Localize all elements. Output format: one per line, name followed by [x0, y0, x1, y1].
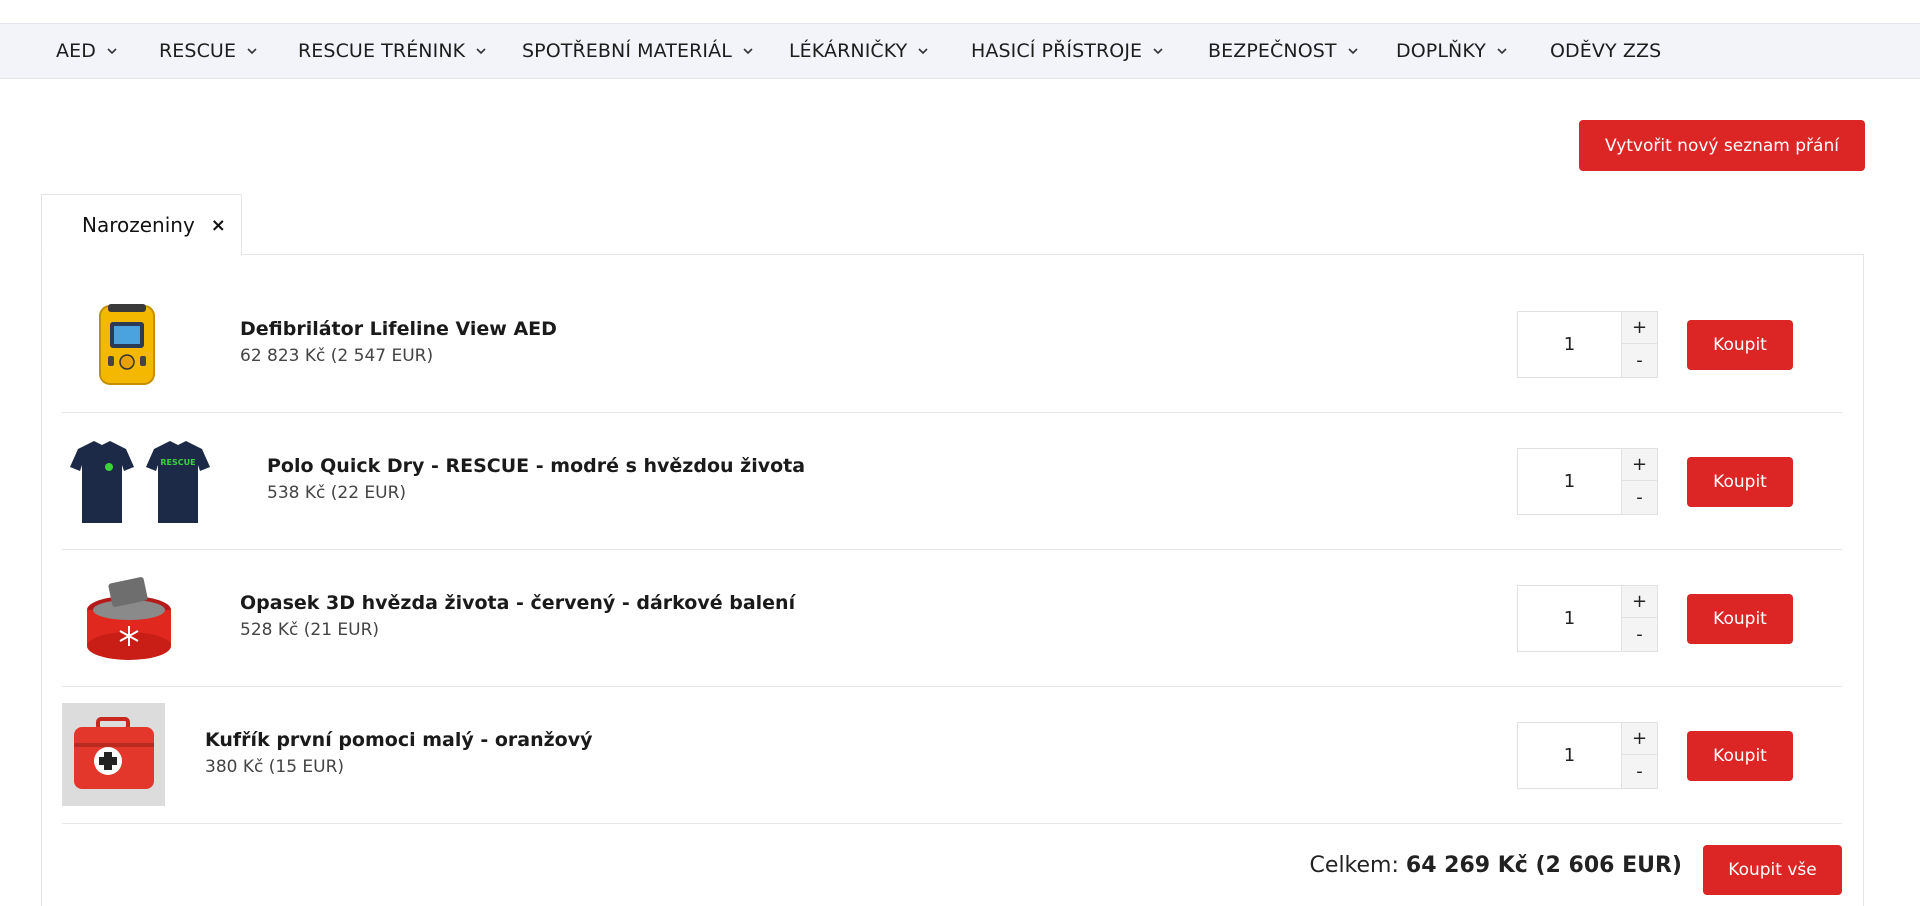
- wishlist-tab-label: Narozeniny: [82, 213, 195, 237]
- first-aid-case-icon[interactable]: [62, 703, 165, 806]
- nav-item-label: ODĚVY ZZS: [1550, 40, 1662, 62]
- chevron-down-icon: [742, 45, 754, 57]
- chevron-down-icon: [917, 45, 929, 57]
- quantity-input[interactable]: [1518, 312, 1622, 377]
- product-name[interactable]: Opasek 3D hvězda života - červený - dárk…: [240, 592, 795, 614]
- quantity-stepper: + -: [1517, 311, 1658, 378]
- quantity-input[interactable]: [1518, 586, 1622, 651]
- nav-item-rescue-trenink[interactable]: RESCUE TRÉNINK: [298, 24, 487, 78]
- product-name[interactable]: Polo Quick Dry - RESCUE - modré s hvězdo…: [267, 455, 805, 477]
- nav-item-label: BEZPEČNOST: [1208, 40, 1337, 62]
- nav-item-rescue[interactable]: RESCUE: [159, 24, 258, 78]
- increase-quantity-button[interactable]: +: [1622, 586, 1657, 618]
- total-label: Celkem:: [1309, 853, 1406, 878]
- product-price: 62 823 Kč (2 547 EUR): [240, 346, 434, 366]
- nav-item-doplnky[interactable]: DOPLŇKY: [1396, 24, 1508, 78]
- wishlist-item: RESCUE Polo Quick Dry - RESCUE - modré s…: [62, 413, 1842, 550]
- nav-item-bezpecnost[interactable]: BEZPEČNOST: [1208, 24, 1359, 78]
- increase-quantity-button[interactable]: +: [1622, 312, 1657, 344]
- nav-item-label: SPOTŘEBNÍ MATERIÁL: [522, 40, 732, 62]
- nav-item-hasici-pristroje[interactable]: HASICÍ PŘÍSTROJE: [971, 24, 1164, 78]
- nav-item-label: RESCUE TRÉNINK: [298, 40, 466, 62]
- quantity-input[interactable]: [1518, 449, 1622, 514]
- decrease-quantity-button[interactable]: -: [1622, 618, 1657, 650]
- quantity-stepper: + -: [1517, 585, 1658, 652]
- buy-all-button[interactable]: Koupit vše: [1703, 845, 1842, 895]
- product-price: 538 Kč (22 EUR): [267, 483, 407, 503]
- wishlist-item: Kufřík první pomoci malý - oranžový 380 …: [62, 687, 1842, 824]
- nav-item-label: AED: [56, 40, 96, 62]
- main-navigation: AED RESCUE RESCUE TRÉNINK SPOTŘEBNÍ MATE…: [0, 23, 1920, 79]
- chevron-down-icon: [475, 45, 487, 57]
- quantity-input[interactable]: [1518, 723, 1622, 788]
- wishlist-item: Opasek 3D hvězda života - červený - dárk…: [62, 550, 1842, 687]
- quantity-stepper: + -: [1517, 722, 1658, 789]
- chevron-down-icon: [1347, 45, 1359, 57]
- chevron-down-icon: [1152, 45, 1164, 57]
- product-price: 528 Kč (21 EUR): [240, 620, 380, 640]
- decrease-quantity-button[interactable]: -: [1622, 755, 1657, 787]
- create-wishlist-button[interactable]: Vytvořit nový seznam přání: [1579, 120, 1865, 171]
- polo-shirt-icon[interactable]: RESCUE: [68, 433, 218, 529]
- close-icon[interactable]: ×: [211, 215, 226, 236]
- quantity-stepper: + -: [1517, 448, 1658, 515]
- buy-button[interactable]: Koupit: [1687, 320, 1793, 370]
- increase-quantity-button[interactable]: +: [1622, 449, 1657, 481]
- belt-gift-box-icon[interactable]: [82, 570, 176, 664]
- chevron-down-icon: [246, 45, 258, 57]
- chevron-down-icon: [106, 45, 118, 57]
- nav-item-lekarnicky[interactable]: LÉKÁRNIČKY: [789, 24, 929, 78]
- chevron-down-icon: [1496, 45, 1508, 57]
- product-name[interactable]: Kufřík první pomoci malý - oranžový: [205, 729, 593, 751]
- total-value: 64 269 Kč (2 606 EUR): [1405, 853, 1682, 878]
- wishlist-item: Defibrilátor Lifeline View AED 62 823 Kč…: [62, 276, 1842, 413]
- wishlist-total: Celkem: 64 269 Kč (2 606 EUR): [1230, 853, 1682, 878]
- nav-item-odevy-zzs[interactable]: ODĚVY ZZS: [1550, 24, 1661, 78]
- nav-item-label: LÉKÁRNIČKY: [789, 40, 908, 62]
- product-price: 380 Kč (15 EUR): [205, 757, 345, 777]
- buy-button[interactable]: Koupit: [1687, 457, 1793, 507]
- buy-button[interactable]: Koupit: [1687, 731, 1793, 781]
- decrease-quantity-button[interactable]: -: [1622, 344, 1657, 376]
- nav-item-label: DOPLŇKY: [1396, 40, 1486, 62]
- nav-item-label: HASICÍ PŘÍSTROJE: [971, 40, 1143, 62]
- nav-item-label: RESCUE: [159, 40, 237, 62]
- polo-print-text: RESCUE: [160, 458, 195, 467]
- nav-item-aed[interactable]: AED: [56, 24, 118, 78]
- product-name[interactable]: Defibrilátor Lifeline View AED: [240, 318, 557, 340]
- wishlist-tab[interactable]: Narozeniny ×: [41, 194, 242, 256]
- nav-item-spotrebni-material[interactable]: SPOTŘEBNÍ MATERIÁL: [522, 24, 754, 78]
- decrease-quantity-button[interactable]: -: [1622, 481, 1657, 513]
- defibrillator-icon[interactable]: [92, 300, 162, 388]
- buy-button[interactable]: Koupit: [1687, 594, 1793, 644]
- increase-quantity-button[interactable]: +: [1622, 723, 1657, 755]
